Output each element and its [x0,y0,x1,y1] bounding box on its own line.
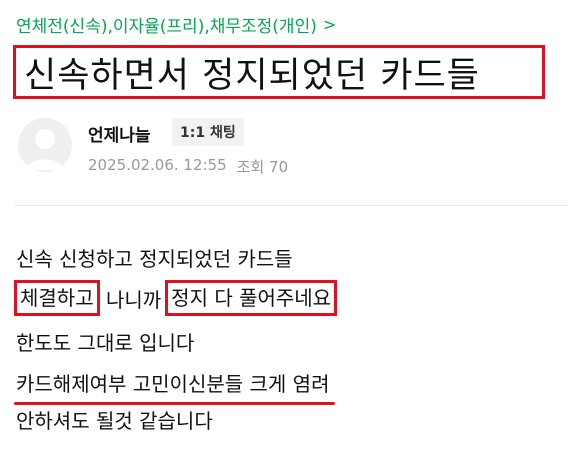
post-title: 신속하면서 정지되었던 카드들 [24,55,480,96]
category-label: 연체전(신속),이자율(프리),채무조정(개인) [16,17,317,37]
chat-button[interactable]: 1:1 채팅 [172,118,244,146]
author-name[interactable]: 언제나늘 [88,121,151,146]
view-count: 조회 70 [236,158,289,176]
body-line: 안하셔도 될것 같습니다 [16,405,213,434]
body-line-5: 안하셔도 될것 같습니다 [16,409,213,433]
post-date: 2025.02.06. 12:55 [88,156,227,174]
body-line-1: 신속 신청하고 정지되었던 카드들 [16,247,293,271]
body-line-3: 한도도 그대로 입니다 [16,331,195,355]
body-line: 한도도 그대로 입니다 [16,327,194,356]
highlight-box-signed: 체결하고 [14,280,100,316]
post-meta: 2025.02.06. 12:55 조회 70 [88,156,288,177]
body-line: 카드해제여부 고민이신분들 크게 염려 [14,368,336,405]
chevron-right-icon: > [322,15,337,34]
divider [14,205,568,206]
highlight-box-unlocked: 정지 다 풀어주네요 [165,280,338,316]
underlined-text: 카드해제여부 고민이신분들 크게 염려 [14,368,336,405]
category-breadcrumb[interactable]: 연체전(신속),이자율(프리),채무조정(개인) > [16,12,336,37]
user-placeholder-icon [26,129,64,170]
body-line-2-middle: 나니까 [99,287,162,312]
body-line-4: 카드해제여부 고민이신분들 크게 염려 [16,372,330,396]
body-line: 신속 신청하고 정지되었던 카드들 [16,243,293,272]
body-line: 체결하고 나니까 정지 다 풀어주네요 [14,280,338,316]
avatar[interactable] [18,118,72,172]
post-title-box: 신속하면서 정지되었던 카드들 [13,45,545,99]
